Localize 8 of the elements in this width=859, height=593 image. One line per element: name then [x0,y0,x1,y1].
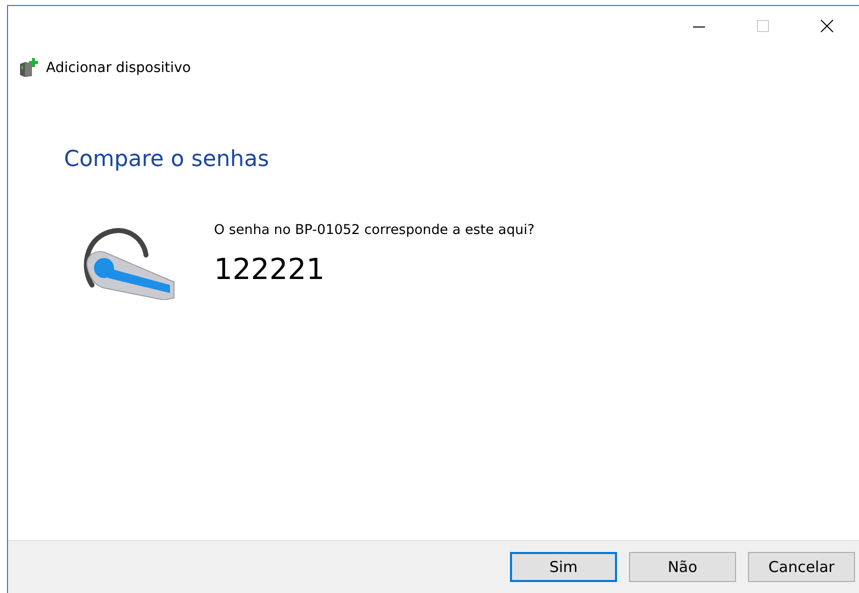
dialog-button[interactable]: Sim [510,552,617,582]
dialog-button[interactable]: Não [629,552,736,582]
passcode: 122221 [214,252,326,286]
page-heading: Compare o senhas [64,147,270,172]
device-add-icon [19,58,38,77]
question-text: O senha no BP-01052 corresponde a este aqui? [214,222,534,238]
dialog-button[interactable]: Cancelar [748,552,855,582]
window-title: Adicionar dispositivo [46,60,191,76]
